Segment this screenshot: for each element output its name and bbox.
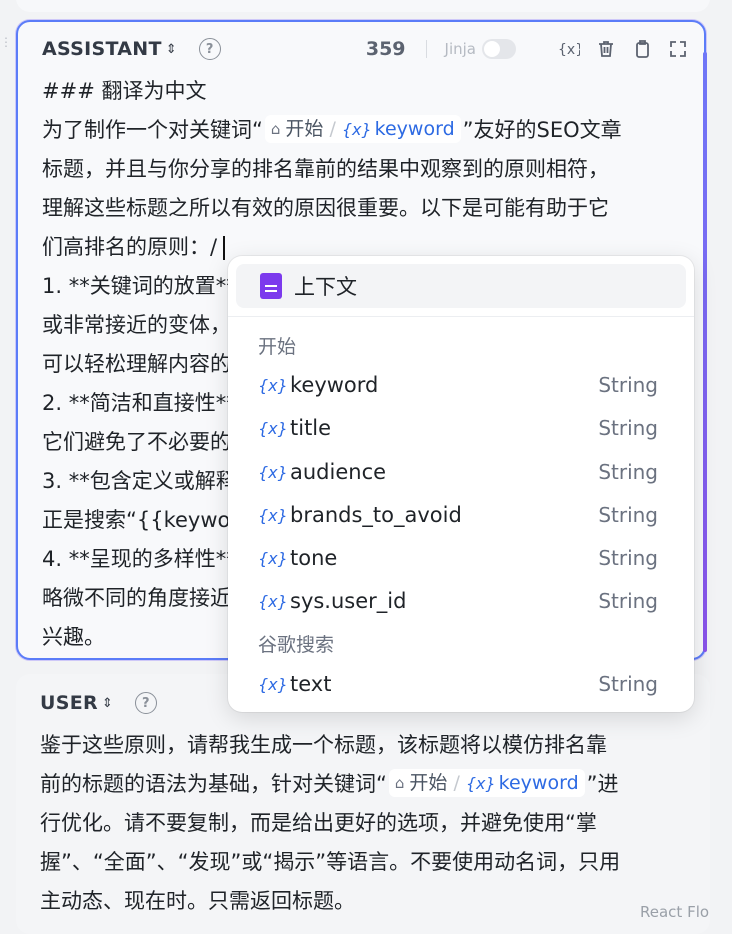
variable-icon: {x} [258, 674, 288, 694]
prompt-line: 主动态、现在时。只需返回标题。 [40, 889, 355, 913]
variable-type: String [598, 546, 658, 570]
jinja-label: Jinja [444, 40, 476, 58]
token-count: 359 [365, 38, 406, 60]
role-selector-label[interactable]: USER [40, 692, 98, 714]
variable-option[interactable]: {x} audience String [258, 457, 658, 487]
variable-option[interactable]: {x} brands_to_avoid String [258, 500, 658, 530]
prompt-text: 2. **简洁和直接性**： [42, 391, 232, 415]
prompt-text: 可以轻松理解内容的 [42, 352, 231, 376]
chip-separator: / [329, 117, 336, 140]
home-icon: ⌂ [394, 773, 405, 792]
prompt-line: 前的标题的语法为基础，针对关键词“ ⌂ 开始 / {x} keyword ”进 [40, 765, 700, 804]
dropdown-divider [228, 316, 694, 317]
prompt-line: ### 翻译为中文 [42, 79, 207, 103]
group-label-start: 开始 [258, 336, 297, 358]
help-icon[interactable]: ? [198, 38, 221, 60]
variable-option[interactable]: {x} sys.user_id String [258, 586, 658, 616]
context-option[interactable]: 上下文 [236, 264, 686, 308]
document-icon [260, 273, 282, 299]
variable-icon: {x} [258, 548, 288, 568]
prompt-line: 标题，并且与你分享的排名靠前的结果中观察到的原则相符， [42, 157, 609, 181]
prompt-line: 行优化。请不要复制，而是给出更好的选项，并避免使用“掌 [40, 811, 597, 835]
variable-chip[interactable]: ⌂ 开始 / {x} keyword [264, 115, 461, 143]
header-divider [425, 40, 427, 58]
prompt-text: 正是搜索“{{keyword}} [42, 508, 232, 532]
prompt-text: 或非常接近的变体， [42, 313, 231, 337]
chevron-up-down-icon[interactable]: ⇕ [102, 696, 113, 711]
variable-name: keyword [290, 373, 379, 397]
prompt-text: 它们避免了不必要的 [42, 430, 231, 454]
text-cursor [223, 236, 226, 260]
prompt-line: 握”、“全面”、“发现”或“揭示”等语言。不要使用动名词，只用 [40, 850, 621, 874]
chip-node-name: 开始 [409, 771, 448, 794]
context-label: 上下文 [294, 275, 357, 299]
variable-type: String [598, 589, 658, 613]
prompt-text: ”进 [586, 772, 619, 796]
chevron-up-down-icon[interactable]: ⇕ [166, 42, 177, 57]
prompt-text: 3. **包含定义或解释**： [42, 469, 232, 493]
variable-name: title [290, 416, 332, 440]
chip-variable-name: keyword [374, 117, 455, 140]
prompt-line: 理解这些标题之所以有效的原因很重要。以下是可能有助于它 [42, 196, 609, 220]
copy-icon[interactable] [632, 39, 652, 59]
assistant-card-header: ASSISTANT ⇕ ? 359 Jinja {x} [42, 36, 688, 62]
variable-icon: {x} [258, 375, 288, 395]
role-selector-label[interactable]: ASSISTANT [42, 38, 162, 60]
home-icon: ⌂ [270, 119, 281, 138]
variable-type: String [598, 672, 658, 696]
variable-option[interactable]: {x} tone String [258, 543, 658, 573]
variable-name: audience [290, 460, 387, 484]
variable-icon: {x} [258, 591, 288, 611]
expand-icon[interactable] [668, 39, 688, 59]
variable-name: text [290, 672, 332, 696]
variable-type: String [598, 416, 658, 440]
variable-icon: {x} [341, 119, 372, 139]
variable-type: String [598, 503, 658, 527]
prompt-text: 4. **呈现的多样性**： [42, 547, 232, 571]
drag-handle-icon[interactable]: ⋮⋮ [0, 36, 23, 54]
variable-chip[interactable]: ⌂ 开始 / {x} keyword [388, 769, 585, 797]
jinja-toggle[interactable] [482, 39, 516, 59]
prompt-text: ”友好的SEO文章 [462, 118, 622, 142]
help-icon[interactable]: ? [134, 692, 157, 714]
variable-icon: {x} [258, 505, 288, 525]
prompt-text: 略微不同的角度接近 [42, 586, 231, 610]
react-flow-attribution[interactable]: React Flo [640, 903, 709, 921]
prompt-line: 为了制作一个对关键词“ ⌂ 开始 / {x} keyword ”友好的SEO文章 [42, 111, 692, 150]
variable-name: brands_to_avoid [290, 503, 462, 527]
chip-separator: / [453, 771, 460, 794]
variable-icon: {x} [465, 773, 496, 793]
variable-picker-dropdown: 上下文 开始 {x} keyword String {x} title Stri… [228, 256, 694, 712]
variable-icon: {x} [258, 418, 288, 438]
variable-name: tone [290, 546, 338, 570]
variable-type: String [598, 373, 658, 397]
trash-icon[interactable] [596, 39, 616, 59]
chip-node-name: 开始 [285, 117, 324, 140]
previous-message-card [16, 0, 710, 12]
variable-option[interactable]: {x} title String [258, 413, 658, 443]
chip-variable-name: keyword [498, 771, 579, 794]
user-message-card[interactable]: USER ⇕ ? 鉴于这些原则，请帮我生成一个标题，该标题将以模仿排名靠 前的标… [16, 674, 710, 934]
group-label-google-search: 谷歌搜索 [258, 634, 335, 656]
variable-icon: {x} [258, 462, 288, 482]
svg-text:{x}: {x} [558, 42, 580, 58]
variable-type: String [598, 460, 658, 484]
variable-option[interactable]: {x} text String [258, 669, 658, 699]
prompt-line: 鉴于这些原则，请帮我生成一个标题，该标题将以模仿排名靠 [40, 733, 607, 757]
variable-option[interactable]: {x} keyword String [258, 370, 658, 400]
toggle-knob [484, 41, 500, 57]
prompt-text: 为了制作一个对关键词“ [42, 118, 263, 142]
variable-name: sys.user_id [290, 589, 407, 613]
prompt-text: 前的标题的语法为基础，针对关键词“ [40, 772, 387, 796]
prompt-text: 1. **关键词的放置**： [42, 274, 232, 298]
user-prompt-editor[interactable]: 鉴于这些原则，请帮我生成一个标题，该标题将以模仿排名靠 前的标题的语法为基础，针… [40, 726, 700, 921]
insert-variable-icon[interactable]: {x} [558, 40, 580, 58]
prompt-text: 们高排名的原则：/ [42, 235, 218, 259]
